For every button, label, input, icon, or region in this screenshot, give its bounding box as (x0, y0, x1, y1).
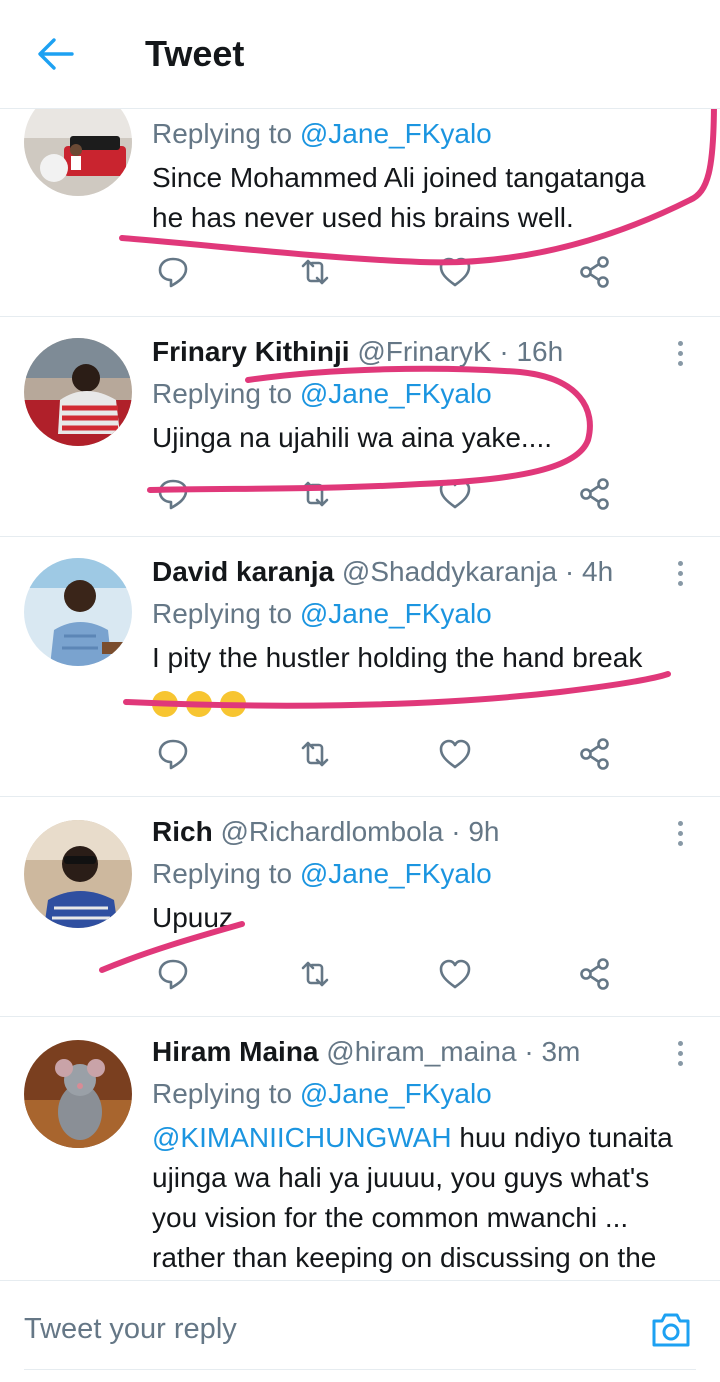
grinning-sweat-emoji (152, 690, 178, 717)
tweet-item[interactable]: Rich @Richardlombola · 9h Replying to @J… (0, 796, 720, 1017)
user-handle[interactable]: @hiram_maina (326, 1036, 516, 1067)
reply-button[interactable] (155, 476, 191, 512)
heart-icon (439, 739, 471, 769)
tweet-text: I pity the hustler holding the hand brea… (152, 638, 702, 722)
reply-composer (0, 1280, 720, 1382)
reply-button[interactable] (155, 736, 191, 772)
replying-to-link[interactable]: @Jane_FKyalo (300, 598, 492, 629)
avatar[interactable] (24, 1040, 132, 1148)
tweet-text: @KIMANIICHUNGWAH huu ndiyo tunaita ujing… (152, 1122, 673, 1273)
retweet-icon (301, 961, 329, 987)
retweet-button[interactable] (297, 736, 333, 772)
more-vertical-icon[interactable] (672, 558, 688, 588)
display-name[interactable]: Hiram Maina (152, 1036, 319, 1067)
camera-icon (652, 1313, 690, 1347)
heart-icon (439, 257, 471, 287)
display-name[interactable]: Frinary Kithinji (152, 336, 350, 367)
like-button[interactable] (437, 736, 473, 772)
timestamp: · 3m (524, 1036, 581, 1067)
more-vertical-icon[interactable] (672, 338, 688, 368)
emoji-row (152, 682, 702, 722)
like-button[interactable] (437, 254, 473, 290)
replying-to-link[interactable]: @Jane_FKyalo (300, 378, 492, 409)
tweet-header: Hiram Maina @hiram_maina · 3m (152, 1036, 580, 1068)
tweet-item[interactable]: Hiram Maina @hiram_maina · 3m Replying t… (0, 1016, 720, 1280)
arrow-left-icon (38, 38, 74, 70)
reply-icon (158, 959, 188, 990)
page-title: Tweet (145, 33, 245, 74)
replying-to-link[interactable]: @Jane_FKyalo (300, 118, 492, 149)
retweet-button[interactable] (297, 476, 333, 512)
reply-icon (158, 739, 188, 770)
replying-to: Replying to @Jane_FKyalo (152, 598, 492, 629)
top-app-bar: Tweet (0, 0, 720, 109)
like-button[interactable] (437, 956, 473, 992)
retweet-button[interactable] (297, 254, 333, 290)
timestamp: · 9h (451, 816, 500, 847)
tweet-header: David karanja @Shaddykaranja · 4h (152, 556, 613, 588)
share-button[interactable] (577, 476, 613, 512)
retweet-icon (301, 481, 329, 507)
tweet-header: Rich @Richardlombola · 9h (152, 816, 499, 848)
tweet-item[interactable]: Frinary Kithinji @FrinaryK · 16h Replyin… (0, 316, 720, 537)
share-icon (580, 958, 609, 990)
back-button[interactable] (36, 36, 76, 72)
more-vertical-icon[interactable] (672, 1038, 688, 1068)
tweet-header: Frinary Kithinji @FrinaryK · 16h (152, 336, 563, 368)
user-handle[interactable]: @Shaddykaranja (342, 556, 557, 587)
replying-to-link[interactable]: @Jane_FKyalo (300, 858, 492, 889)
like-button[interactable] (437, 476, 473, 512)
retweet-button[interactable] (297, 956, 333, 992)
tweet-text: Upuuz (152, 902, 233, 933)
replying-to: Replying to @Jane_FKyalo (152, 858, 492, 889)
share-button[interactable] (577, 254, 613, 290)
reply-icon (158, 257, 188, 288)
share-icon (580, 478, 609, 510)
retweet-icon (301, 259, 329, 285)
grinning-sweat-emoji (220, 690, 246, 717)
share-icon (580, 256, 609, 288)
avatar[interactable] (24, 338, 132, 446)
reply-button[interactable] (155, 254, 191, 290)
timestamp: · 4h (564, 556, 614, 587)
timestamp: · 16h (499, 336, 564, 367)
grinning-sweat-emoji (186, 690, 212, 717)
user-handle[interactable]: @FrinaryK (357, 336, 491, 367)
share-icon (580, 738, 609, 770)
reply-icon (158, 479, 188, 510)
tweet-item[interactable]: David karanja @Shaddykaranja · 4h Replyi… (0, 536, 720, 797)
replying-to: Replying to @Jane_FKyalo (152, 378, 492, 409)
replying-to-link[interactable]: @Jane_FKyalo (300, 1078, 492, 1109)
tweet-text: Ujinga na ujahili wa aina yake.... (152, 422, 553, 453)
avatar[interactable] (24, 820, 132, 928)
retweet-icon (301, 741, 329, 767)
camera-button[interactable] (650, 1311, 692, 1349)
mention-link[interactable]: @KIMANIICHUNGWAH (152, 1122, 452, 1153)
share-button[interactable] (577, 956, 613, 992)
avatar[interactable] (24, 558, 132, 666)
more-vertical-icon[interactable] (672, 818, 688, 848)
reply-input[interactable] (24, 1309, 624, 1349)
tweet-text: Since Mohammed Ali joined tangatanga he … (152, 162, 646, 233)
share-button[interactable] (577, 736, 613, 772)
user-handle[interactable]: @Richardlombola (220, 816, 443, 847)
heart-icon (439, 479, 471, 509)
display-name[interactable]: Rich (152, 816, 213, 847)
display-name[interactable]: David karanja (152, 556, 334, 587)
heart-icon (439, 959, 471, 989)
replying-to: Replying to @Jane_FKyalo (152, 118, 492, 149)
input-underline (24, 1369, 696, 1370)
replying-to: Replying to @Jane_FKyalo (152, 1078, 492, 1109)
reply-button[interactable] (155, 956, 191, 992)
